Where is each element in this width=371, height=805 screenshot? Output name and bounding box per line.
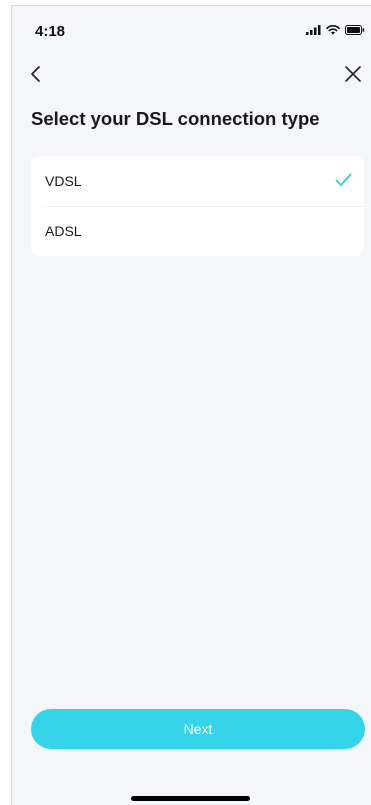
status-time: 4:18	[35, 23, 66, 40]
option-adsl[interactable]: ADSL	[31, 206, 364, 256]
battery-icon	[345, 25, 365, 35]
checkmark-icon	[335, 173, 352, 186]
chevron-left-icon	[31, 66, 40, 82]
status-bar: 4:18	[12, 6, 371, 50]
status-icons	[306, 25, 365, 35]
page-title: Select your DSL connection type	[31, 108, 320, 129]
wifi-icon	[326, 25, 340, 35]
cellular-signal-icon	[306, 25, 321, 35]
home-indicator	[131, 796, 250, 801]
option-vdsl[interactable]: VDSL	[31, 156, 364, 206]
connection-type-list: VDSL ADSL	[31, 156, 364, 256]
nav-bar	[12, 58, 371, 94]
next-button[interactable]: Next	[31, 709, 365, 749]
close-button[interactable]	[339, 60, 367, 88]
option-label: VDSL	[45, 173, 82, 189]
option-label: ADSL	[45, 223, 82, 239]
app-screen: 4:18 Select your DSL connection type VDS…	[11, 5, 371, 805]
back-button[interactable]	[26, 60, 54, 88]
close-icon	[345, 66, 361, 82]
